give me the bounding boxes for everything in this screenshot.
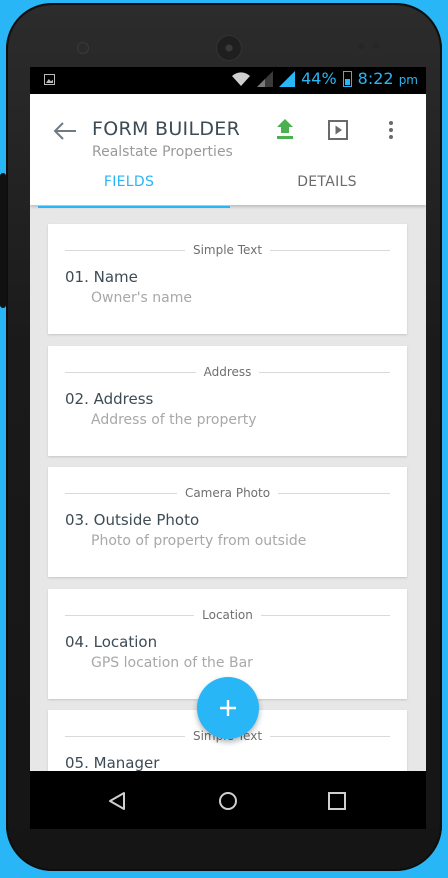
field-card[interactable]: Address 02. Address Address of the prope… <box>48 346 407 456</box>
screen: 44% 8:22 pm FORM BUILDER Realstate Prope… <box>30 67 426 829</box>
field-description: Owner's name <box>91 290 193 306</box>
status-bar: 44% 8:22 pm <box>30 67 426 94</box>
field-title: 01. Name <box>65 268 138 286</box>
tab-bar: FIELDS DETAILS <box>30 174 426 208</box>
battery-percent: 44% <box>301 69 337 88</box>
field-type: Simple Text <box>192 243 263 257</box>
page-title: FORM BUILDER <box>92 118 241 140</box>
field-type-header: Location <box>65 607 391 623</box>
front-camera <box>77 42 89 54</box>
tab-fields[interactable]: FIELDS <box>30 174 230 208</box>
play-icon[interactable] <box>326 118 350 142</box>
earpiece-speaker <box>216 35 242 61</box>
field-name: Name <box>93 268 138 286</box>
more-vert-icon[interactable] <box>379 118 403 142</box>
field-name: Outside Photo <box>93 511 200 529</box>
divider <box>65 735 185 737</box>
back-arrow-icon[interactable] <box>52 120 78 142</box>
field-title: 05. Manager <box>65 754 159 771</box>
page-subtitle: Realstate Properties <box>92 144 233 160</box>
field-number: 01. <box>65 268 89 286</box>
clock-time: 8:22 <box>357 69 394 88</box>
field-description: GPS location of the Bar <box>91 655 253 671</box>
divider <box>65 371 196 373</box>
divider <box>65 249 185 251</box>
field-description: Address of the property <box>91 412 257 428</box>
add-field-button[interactable] <box>197 677 259 739</box>
field-type-header: Camera Photo <box>65 485 391 501</box>
wifi-icon <box>232 71 251 86</box>
field-number: 05. <box>65 754 89 771</box>
field-type-header: Address <box>65 364 391 380</box>
field-type: Address <box>203 365 252 379</box>
field-type: Camera Photo <box>184 486 271 500</box>
system-nav-bar <box>30 771 426 829</box>
field-description: Photo of property from outside <box>91 533 307 549</box>
divider <box>278 492 391 494</box>
proximity-sensor <box>358 43 364 49</box>
field-card[interactable]: Camera Photo 03. Outside Photo Photo of … <box>48 467 407 577</box>
field-name: Location <box>93 633 158 651</box>
clock-ampm: pm <box>398 73 418 87</box>
field-number: 02. <box>65 390 89 408</box>
field-name: Manager <box>93 754 160 771</box>
field-title: 02. Address <box>65 390 153 408</box>
divider <box>259 371 391 373</box>
divider <box>65 492 177 494</box>
field-title: 04. Location <box>65 633 157 651</box>
divider <box>270 249 390 251</box>
light-sensor <box>373 43 379 49</box>
field-type-header: Simple Text <box>65 242 390 258</box>
field-number: 03. <box>65 511 89 529</box>
power-button <box>0 173 6 308</box>
recents-nav-icon[interactable] <box>326 790 348 812</box>
divider <box>260 614 391 616</box>
home-nav-icon[interactable] <box>217 790 239 812</box>
field-card[interactable]: Simple Text 01. Name Owner's name <box>48 224 407 334</box>
app-bar: FORM BUILDER Realstate Properties FIELDS… <box>30 94 426 208</box>
clock: 8:22 pm <box>358 69 418 88</box>
back-nav-icon[interactable] <box>106 790 128 812</box>
field-name: Address <box>93 390 154 408</box>
tab-details[interactable]: DETAILS <box>228 174 426 205</box>
phone-frame: 44% 8:22 pm FORM BUILDER Realstate Prope… <box>0 3 442 871</box>
field-title: 03. Outside Photo <box>65 511 199 529</box>
divider <box>65 614 195 616</box>
gallery-notification-icon <box>44 74 55 85</box>
field-number: 04. <box>65 633 89 651</box>
signal-icon-2 <box>279 70 296 87</box>
upload-icon[interactable] <box>273 118 297 142</box>
signal-icon-1 <box>257 70 274 87</box>
field-type: Location <box>202 608 253 622</box>
battery-icon <box>342 70 352 87</box>
plus-icon <box>220 700 236 716</box>
divider <box>270 735 390 737</box>
